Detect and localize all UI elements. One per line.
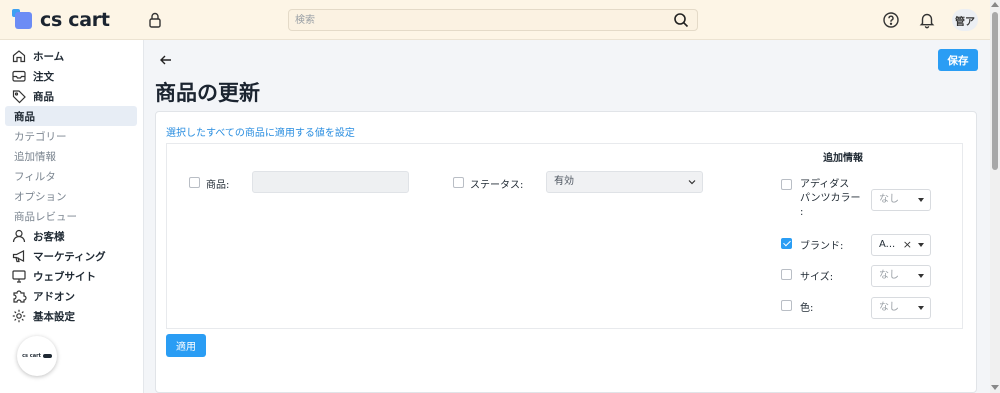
- status-select[interactable]: 有効: [546, 171, 703, 193]
- search-input[interactable]: [289, 10, 659, 30]
- puzzle-icon: [13, 290, 27, 303]
- feature-select-size[interactable]: なし: [871, 265, 931, 287]
- megaphone-icon: [12, 250, 25, 263]
- monitor-icon: [12, 270, 26, 283]
- status-label: ステータス:: [470, 180, 524, 191]
- page-title: 商品の更新: [155, 81, 260, 105]
- cs-cart-badge[interactable]: cs cart: [17, 336, 57, 376]
- help-icon[interactable]: [882, 11, 900, 29]
- logo-text: cs cart: [40, 9, 110, 31]
- sidebar-item-label: 商品レビュー: [14, 210, 77, 223]
- save-button[interactable]: 保存: [938, 49, 978, 71]
- sidebar-item-label: お客様: [33, 230, 65, 243]
- search-icon[interactable]: [673, 12, 689, 28]
- product-field[interactable]: [252, 171, 409, 193]
- sidebar-item-categories[interactable]: カテゴリー: [5, 126, 137, 146]
- back-arrow-icon[interactable]: [158, 52, 174, 68]
- scroll-down-arrow-icon[interactable]: [991, 385, 999, 390]
- tag-icon: [12, 90, 26, 104]
- status-checkbox[interactable]: [453, 177, 464, 188]
- caret-down-icon: [918, 274, 924, 278]
- apply-all-link[interactable]: 選択したすべての商品に適用する値を設定: [166, 124, 355, 139]
- sidebar-item-products[interactable]: 商品: [5, 86, 137, 106]
- caret-down-icon: [918, 243, 924, 247]
- feature-value: A...: [879, 239, 896, 250]
- sidebar-item-label: マーケティング: [33, 250, 106, 263]
- sidebar-item-home[interactable]: ホーム: [5, 46, 137, 66]
- badge-text: cs cart: [22, 353, 41, 359]
- scroll-up-arrow-icon[interactable]: [991, 2, 999, 7]
- clear-icon[interactable]: ×: [903, 235, 912, 255]
- sidebar-item-orders[interactable]: 注文: [5, 66, 137, 86]
- sidebar-item-label: 商品: [14, 110, 35, 123]
- sidebar-item-marketing[interactable]: マーケティング: [5, 246, 137, 266]
- top-header: cs cart 管ア: [0, 0, 990, 40]
- sidebar-item-settings[interactable]: 基本設定: [5, 306, 137, 326]
- sidebar-item-label: フィルタ: [14, 170, 56, 183]
- sidebar-item-customers[interactable]: お客様: [5, 226, 137, 246]
- bell-icon[interactable]: [918, 11, 936, 29]
- sidebar-item-filters[interactable]: フィルタ: [5, 166, 137, 186]
- sidebar-item-addons[interactable]: アドオン: [5, 286, 137, 306]
- sidebar-item-website[interactable]: ウェブサイト: [5, 266, 137, 286]
- feature-value: なし: [879, 302, 899, 313]
- sidebar-item-label: アドオン: [33, 290, 75, 303]
- sidebar-item-products-list[interactable]: 商品: [5, 106, 137, 126]
- logo[interactable]: cs cart: [12, 9, 110, 31]
- extra-info-title: 追加情報: [823, 153, 863, 164]
- sidebar-item-label: オプション: [14, 190, 67, 203]
- feature-select-brand[interactable]: A... ×: [871, 234, 931, 256]
- sidebar-item-label: 基本設定: [33, 310, 75, 323]
- apply-button[interactable]: 適用: [166, 334, 206, 357]
- user-icon: [12, 229, 26, 243]
- feature-select-pants-color[interactable]: なし: [871, 189, 931, 211]
- sidebar-item-label: 追加情報: [14, 150, 56, 163]
- avatar[interactable]: 管ア: [952, 9, 978, 31]
- product-checkbox[interactable]: [189, 177, 200, 188]
- feature-select-color[interactable]: なし: [871, 297, 931, 319]
- caret-down-icon: [918, 306, 924, 310]
- sidebar-item-label: カテゴリー: [14, 130, 67, 143]
- feature-checkbox-brand[interactable]: [781, 238, 792, 249]
- sidebar-item-label: ホーム: [33, 50, 65, 63]
- caret-down-icon: [918, 198, 924, 202]
- feature-label-size: サイズ:: [800, 272, 834, 283]
- sidebar: ホーム 注文 商品 商品 カテゴリー 追加情報 フィルタ オプション 商品レビュ…: [0, 40, 144, 393]
- feature-value: なし: [879, 194, 899, 205]
- gear-icon: [12, 309, 26, 323]
- feature-value: なし: [879, 270, 899, 281]
- search-box[interactable]: [288, 9, 698, 31]
- feature-label-pants-color: アディダス パンツカラー :: [800, 179, 861, 218]
- product-label: 商品:: [206, 180, 230, 191]
- feature-checkbox-pants-color[interactable]: [781, 179, 792, 190]
- feature-label-brand: ブランド:: [800, 241, 844, 252]
- sidebar-item-options[interactable]: オプション: [5, 186, 137, 206]
- sidebar-item-features[interactable]: 追加情報: [5, 146, 137, 166]
- feature-checkbox-size[interactable]: [781, 269, 792, 280]
- home-icon: [12, 50, 26, 63]
- inbox-icon: [12, 70, 26, 82]
- sidebar-item-label: ウェブサイト: [33, 270, 96, 283]
- sidebar-item-label: 注文: [33, 70, 54, 83]
- lock-icon[interactable]: [146, 11, 164, 29]
- status-select-value: 有効: [554, 176, 574, 187]
- sidebar-item-label: 商品: [33, 90, 54, 103]
- feature-checkbox-color[interactable]: [781, 300, 792, 311]
- scrollbar-thumb[interactable]: [992, 12, 998, 170]
- sidebar-item-reviews[interactable]: 商品レビュー: [5, 206, 137, 226]
- logo-mark: [12, 9, 34, 31]
- badge-pill: [42, 354, 52, 358]
- feature-label-color: 色:: [800, 303, 814, 314]
- chevron-down-icon: [688, 180, 696, 185]
